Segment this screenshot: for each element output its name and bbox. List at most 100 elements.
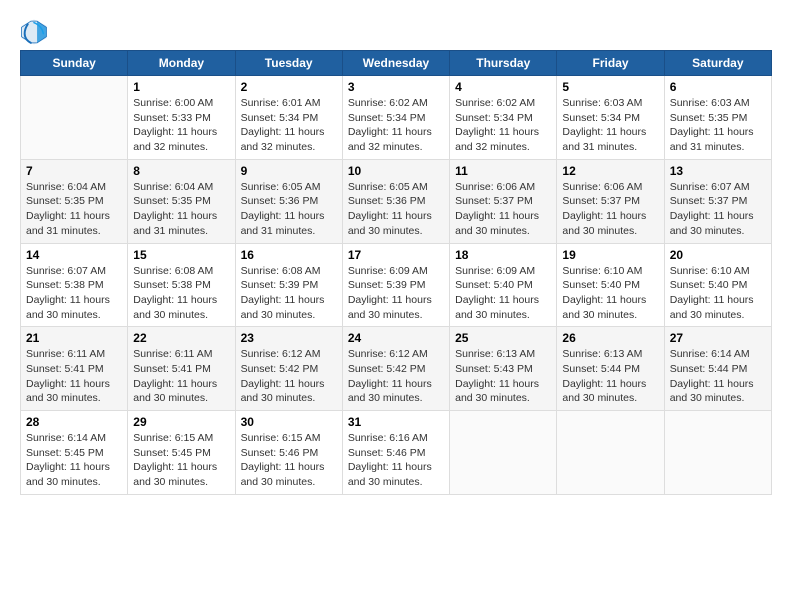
day-info: Sunrise: 6:01 AM Sunset: 5:34 PM Dayligh… [241, 96, 337, 155]
day-number: 27 [670, 331, 766, 345]
day-info: Sunrise: 6:05 AM Sunset: 5:36 PM Dayligh… [241, 180, 337, 239]
day-info: Sunrise: 6:04 AM Sunset: 5:35 PM Dayligh… [26, 180, 122, 239]
day-info: Sunrise: 6:15 AM Sunset: 5:45 PM Dayligh… [133, 431, 229, 490]
logo-icon [20, 18, 48, 46]
week-row-3: 14Sunrise: 6:07 AM Sunset: 5:38 PM Dayli… [21, 243, 772, 327]
day-number: 11 [455, 164, 551, 178]
day-number: 22 [133, 331, 229, 345]
calendar-cell: 15 Sunrise: 6:08 AM Sunset: 5:38 PM Dayli… [128, 243, 235, 327]
calendar-cell: 24 Sunrise: 6:12 AM Sunset: 5:42 PM Dayli… [342, 327, 449, 411]
day-number: 7 [26, 164, 122, 178]
calendar-cell: 6 Sunrise: 6:03 AM Sunset: 5:35 PM Daylig… [664, 76, 771, 160]
day-number: 15 [133, 248, 229, 262]
week-row-2: 7 Sunrise: 6:04 AM Sunset: 5:35 PM Daylig… [21, 159, 772, 243]
calendar-cell [557, 411, 664, 495]
week-row-1: 1Sunrise: 6:00 AM Sunset: 5:33 PM Daylig… [21, 76, 772, 160]
day-info: Sunrise: 6:10 AM Sunset: 5:40 PM Dayligh… [562, 264, 658, 323]
day-number: 30 [241, 415, 337, 429]
calendar-cell: 11 Sunrise: 6:06 AM Sunset: 5:37 PM Dayli… [450, 159, 557, 243]
calendar-cell: 22 Sunrise: 6:11 AM Sunset: 5:41 PM Dayli… [128, 327, 235, 411]
day-info: Sunrise: 6:02 AM Sunset: 5:34 PM Dayligh… [348, 96, 444, 155]
calendar-cell: 26Sunrise: 6:13 AM Sunset: 5:44 PM Dayli… [557, 327, 664, 411]
day-info: Sunrise: 6:10 AM Sunset: 5:40 PM Dayligh… [670, 264, 766, 323]
day-number: 2 [241, 80, 337, 94]
day-number: 25 [455, 331, 551, 345]
day-header-monday: Monday [128, 51, 235, 76]
day-info: Sunrise: 6:15 AM Sunset: 5:46 PM Dayligh… [241, 431, 337, 490]
calendar-cell: 21Sunrise: 6:11 AM Sunset: 5:41 PM Dayli… [21, 327, 128, 411]
day-number: 26 [562, 331, 658, 345]
calendar-cell: 14Sunrise: 6:07 AM Sunset: 5:38 PM Dayli… [21, 243, 128, 327]
day-number: 19 [562, 248, 658, 262]
day-number: 20 [670, 248, 766, 262]
day-info: Sunrise: 6:03 AM Sunset: 5:34 PM Dayligh… [562, 96, 658, 155]
calendar-cell: 7 Sunrise: 6:04 AM Sunset: 5:35 PM Daylig… [21, 159, 128, 243]
calendar-cell: 19 Sunrise: 6:10 AM Sunset: 5:40 PM Dayli… [557, 243, 664, 327]
day-number: 21 [26, 331, 122, 345]
calendar-cell: 10Sunrise: 6:05 AM Sunset: 5:36 PM Dayli… [342, 159, 449, 243]
day-number: 4 [455, 80, 551, 94]
day-header-friday: Friday [557, 51, 664, 76]
day-info: Sunrise: 6:06 AM Sunset: 5:37 PM Dayligh… [455, 180, 551, 239]
day-number: 17 [348, 248, 444, 262]
day-number: 5 [562, 80, 658, 94]
day-info: Sunrise: 6:03 AM Sunset: 5:35 PM Dayligh… [670, 96, 766, 155]
calendar-cell: 25Sunrise: 6:13 AM Sunset: 5:43 PM Dayli… [450, 327, 557, 411]
calendar-cell: 20 Sunrise: 6:10 AM Sunset: 5:40 PM Dayli… [664, 243, 771, 327]
day-number: 12 [562, 164, 658, 178]
day-number: 23 [241, 331, 337, 345]
calendar-cell: 18 Sunrise: 6:09 AM Sunset: 5:40 PM Dayli… [450, 243, 557, 327]
calendar-cell: 16 Sunrise: 6:08 AM Sunset: 5:39 PM Dayli… [235, 243, 342, 327]
day-info: Sunrise: 6:14 AM Sunset: 5:44 PM Dayligh… [670, 347, 766, 406]
calendar-cell [21, 76, 128, 160]
day-header-thursday: Thursday [450, 51, 557, 76]
calendar-cell: 30 Sunrise: 6:15 AM Sunset: 5:46 PM Dayli… [235, 411, 342, 495]
day-number: 13 [670, 164, 766, 178]
week-row-4: 21 Sunrise: 6:11 AM Sunset: 5:41 PM Dayli… [21, 327, 772, 411]
day-info: Sunrise: 6:09 AM Sunset: 5:39 PM Dayligh… [348, 264, 444, 323]
week-row-5: 28Sunrise: 6:14 AM Sunset: 5:45 PM Dayli… [21, 411, 772, 495]
day-info: Sunrise: 6:07 AM Sunset: 5:38 PM Dayligh… [26, 264, 122, 323]
calendar-table: SundayMondayTuesdayWednesdayThursdayFrid… [20, 50, 772, 495]
day-number: 16 [241, 248, 337, 262]
day-header-tuesday: Tuesday [235, 51, 342, 76]
day-info: Sunrise: 6:11 AM Sunset: 5:41 PM Dayligh… [133, 347, 229, 406]
header [20, 18, 772, 46]
day-info: Sunrise: 6:05 AM Sunset: 5:36 PM Dayligh… [348, 180, 444, 239]
calendar-cell: 12Sunrise: 6:06 AM Sunset: 5:37 PM Dayli… [557, 159, 664, 243]
day-header-wednesday: Wednesday [342, 51, 449, 76]
calendar-cell: 2 Sunrise: 6:01 AM Sunset: 5:34 PM Daylig… [235, 76, 342, 160]
logo [20, 18, 52, 46]
day-info: Sunrise: 6:16 AM Sunset: 5:46 PM Dayligh… [348, 431, 444, 490]
page-container: SundayMondayTuesdayWednesdayThursdayFrid… [0, 0, 792, 505]
day-info: Sunrise: 6:12 AM Sunset: 5:42 PM Dayligh… [348, 347, 444, 406]
calendar-cell [664, 411, 771, 495]
day-header-saturday: Saturday [664, 51, 771, 76]
calendar-cell: 31 Sunrise: 6:16 AM Sunset: 5:46 PM Dayli… [342, 411, 449, 495]
day-number: 24 [348, 331, 444, 345]
day-number: 28 [26, 415, 122, 429]
calendar-cell: 28Sunrise: 6:14 AM Sunset: 5:45 PM Dayli… [21, 411, 128, 495]
calendar-cell: 3 Sunrise: 6:02 AM Sunset: 5:34 PM Daylig… [342, 76, 449, 160]
days-header-row: SundayMondayTuesdayWednesdayThursdayFrid… [21, 51, 772, 76]
day-number: 29 [133, 415, 229, 429]
day-info: Sunrise: 6:04 AM Sunset: 5:35 PM Dayligh… [133, 180, 229, 239]
day-info: Sunrise: 6:02 AM Sunset: 5:34 PM Dayligh… [455, 96, 551, 155]
day-info: Sunrise: 6:09 AM Sunset: 5:40 PM Dayligh… [455, 264, 551, 323]
day-info: Sunrise: 6:08 AM Sunset: 5:39 PM Dayligh… [241, 264, 337, 323]
calendar-cell: 13 Sunrise: 6:07 AM Sunset: 5:37 PM Dayli… [664, 159, 771, 243]
day-number: 31 [348, 415, 444, 429]
calendar-cell: 9 Sunrise: 6:05 AM Sunset: 5:36 PM Daylig… [235, 159, 342, 243]
day-info: Sunrise: 6:08 AM Sunset: 5:38 PM Dayligh… [133, 264, 229, 323]
calendar-cell: 4 Sunrise: 6:02 AM Sunset: 5:34 PM Daylig… [450, 76, 557, 160]
day-number: 18 [455, 248, 551, 262]
calendar-cell: 27 Sunrise: 6:14 AM Sunset: 5:44 PM Dayli… [664, 327, 771, 411]
day-info: Sunrise: 6:07 AM Sunset: 5:37 PM Dayligh… [670, 180, 766, 239]
day-number: 9 [241, 164, 337, 178]
day-info: Sunrise: 6:12 AM Sunset: 5:42 PM Dayligh… [241, 347, 337, 406]
calendar-cell: 1Sunrise: 6:00 AM Sunset: 5:33 PM Daylig… [128, 76, 235, 160]
day-number: 6 [670, 80, 766, 94]
day-number: 3 [348, 80, 444, 94]
calendar-cell: 23 Sunrise: 6:12 AM Sunset: 5:42 PM Dayli… [235, 327, 342, 411]
calendar-cell [450, 411, 557, 495]
